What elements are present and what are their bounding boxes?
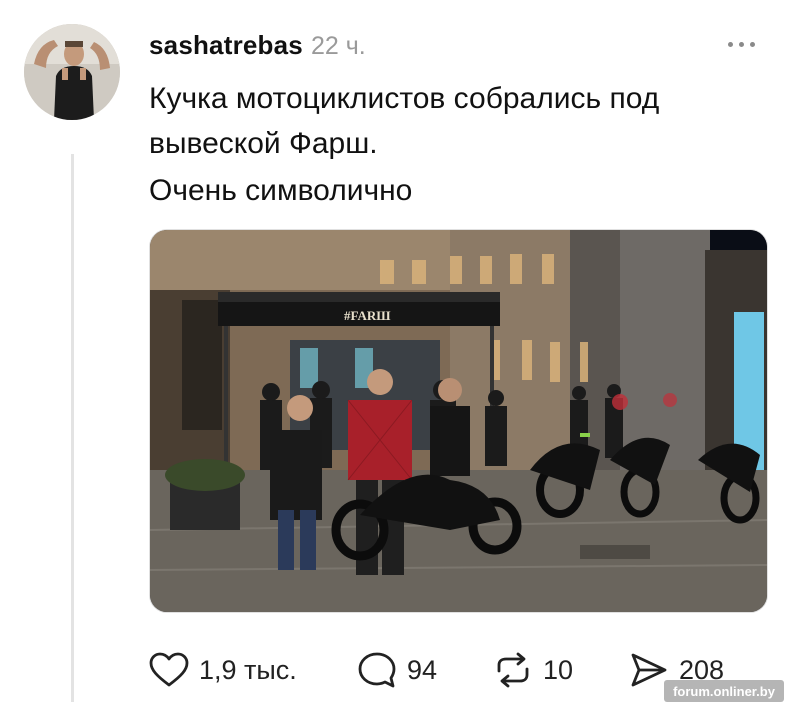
- username[interactable]: sashatrebas: [149, 30, 303, 61]
- heart-icon: [149, 652, 189, 687]
- post-header: sashatrebas 22 ч.: [149, 30, 366, 64]
- repost-count: 10: [543, 654, 574, 685]
- repost-button[interactable]: 10: [493, 648, 573, 692]
- photo-scene: #FARШ: [150, 230, 767, 612]
- post-text-line: Очень символично: [149, 174, 413, 207]
- photo-sign-text: #FARШ: [344, 308, 391, 323]
- post-photo[interactable]: #FARШ: [149, 229, 768, 613]
- like-count: 1,9 тыс.: [199, 654, 297, 685]
- post-time: 22 ч.: [310, 32, 366, 60]
- comment-count: 94: [407, 654, 438, 685]
- share-icon: [631, 653, 667, 687]
- post-text: Кучка мотоциклистов собрались под вывеск…: [149, 76, 769, 213]
- repost-icon: [497, 652, 529, 688]
- comment-button[interactable]: 94: [357, 648, 437, 692]
- avatar[interactable]: [24, 24, 120, 120]
- watermark: forum.onliner.by: [664, 680, 784, 702]
- thread-line: [71, 154, 74, 702]
- more-icon[interactable]: [728, 34, 768, 54]
- comment-icon: [358, 652, 396, 688]
- like-button[interactable]: 1,9 тыс.: [149, 648, 297, 692]
- post-text-line: вывеской Фарш.: [149, 127, 378, 160]
- avatar-photo: [24, 24, 120, 120]
- post-text-line: Кучка мотоциклистов собрались под: [149, 82, 660, 115]
